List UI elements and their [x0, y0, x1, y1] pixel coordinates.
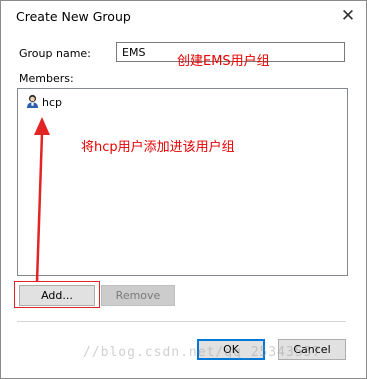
annotation-arrow-icon	[34, 117, 50, 283]
watermark: //blog.csdn.net/qq_25343557	[83, 345, 322, 360]
create-group-dialog: Create New Group ✕ Group name: EMS Membe…	[0, 0, 367, 379]
